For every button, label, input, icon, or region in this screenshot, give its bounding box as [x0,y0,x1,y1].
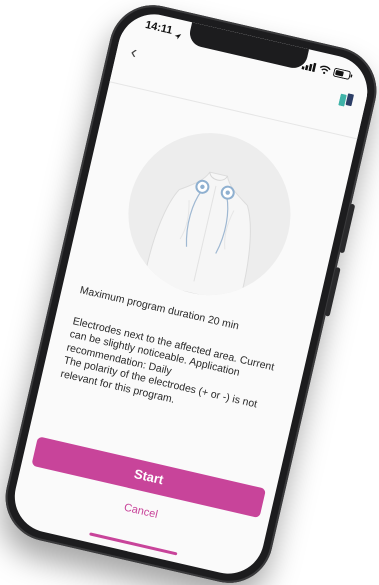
phone-side-button [324,266,341,317]
navigation-arrow-icon [172,27,184,46]
status-time: 14:11 [144,18,174,37]
phone-screen: 14:11 ‹ Maximum program duration 20 min … [7,7,375,581]
stage: 14:11 ‹ Maximum program duration 20 min … [0,0,379,585]
program-info: Maximum program duration 20 min Electrod… [59,284,296,430]
chevron-left-icon[interactable]: ‹ [129,42,139,64]
phone-side-button [339,203,356,254]
home-indicator [89,532,178,556]
phone-device: 14:11 ‹ Maximum program duration 20 min … [0,0,379,585]
electrode-placement-illustration [112,116,307,312]
start-button[interactable]: Start [31,436,267,519]
